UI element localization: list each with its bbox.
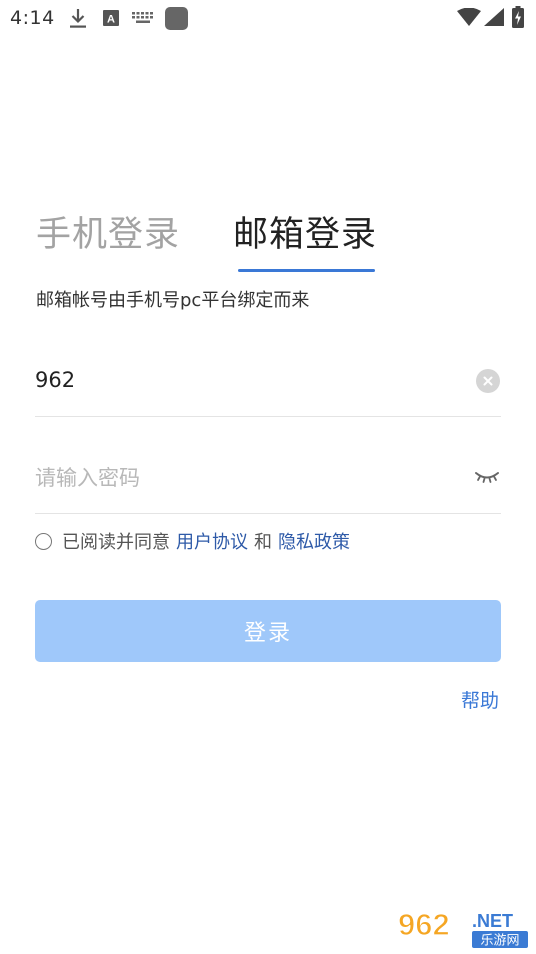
agreement-row: 已阅读并同意 用户协议 和 隐私政策	[35, 527, 350, 555]
a-badge-icon: A	[103, 10, 119, 26]
keyboard-icon	[132, 12, 153, 23]
toggle-password-visibility-button[interactable]	[474, 466, 500, 486]
clear-input-button[interactable]	[476, 369, 500, 393]
email-input[interactable]	[35, 362, 455, 398]
password-input[interactable]	[35, 460, 455, 496]
status-bar: 4:14 A	[0, 0, 536, 38]
help-link[interactable]: 帮助	[461, 686, 499, 713]
tab-phone-login[interactable]: 手机登录	[36, 212, 180, 258]
signal-icon	[484, 8, 504, 26]
battery-charging-icon	[512, 6, 524, 28]
status-time: 4:14	[10, 7, 55, 29]
agreement-and: 和	[254, 532, 272, 553]
watermark-number: 962	[398, 907, 450, 942]
email-hint-text: 邮箱帐号由手机号pc平台绑定而来	[36, 290, 310, 311]
user-agreement-link[interactable]: 用户协议	[176, 528, 248, 554]
app-square-icon	[165, 7, 188, 30]
email-field-container	[35, 352, 501, 417]
site-watermark-logo: 962 .NET 乐游网	[397, 906, 528, 949]
wifi-icon	[457, 8, 481, 26]
clear-icon	[483, 376, 493, 386]
login-button[interactable]: 登录	[35, 600, 501, 662]
watermark-suffix: .NET	[472, 911, 513, 931]
agreement-prefix: 已阅读并同意	[62, 532, 170, 553]
privacy-policy-link[interactable]: 隐私政策	[278, 528, 350, 554]
active-tab-indicator	[238, 269, 375, 272]
agreement-checkbox[interactable]	[35, 532, 52, 550]
download-icon	[70, 9, 86, 28]
watermark-subtitle: 乐游网	[480, 934, 519, 949]
tab-email-login[interactable]: 邮箱登录	[233, 212, 377, 258]
password-field-container	[35, 448, 501, 514]
eye-closed-icon	[475, 472, 499, 483]
a-badge-text: A	[107, 14, 115, 26]
